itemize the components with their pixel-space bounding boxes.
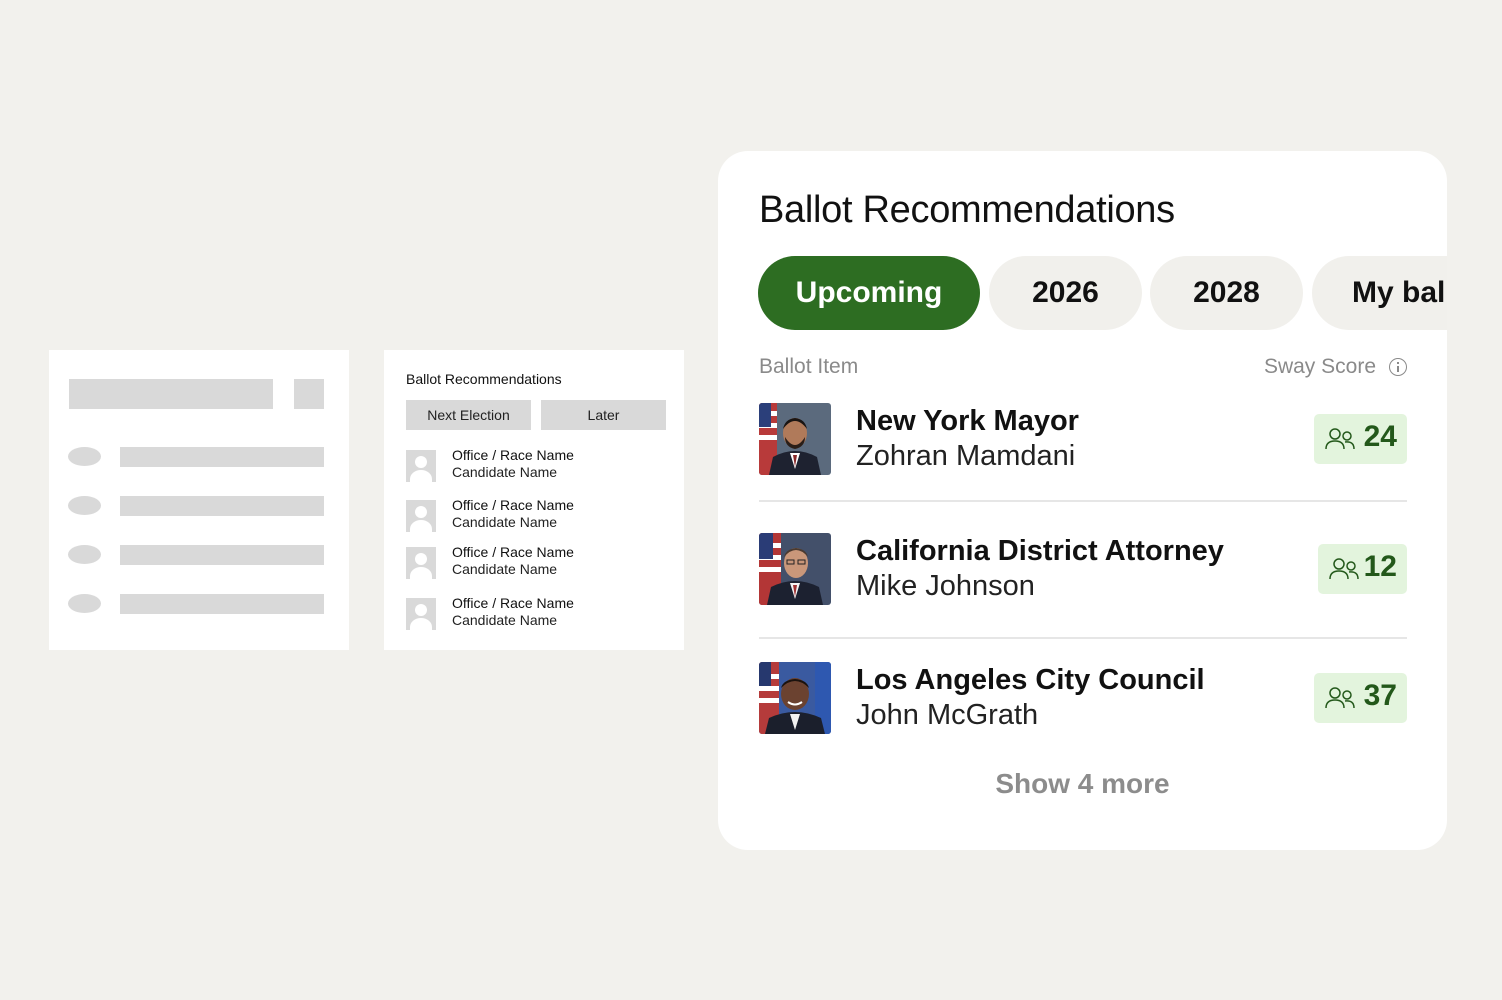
avatar-placeholder-icon	[406, 450, 436, 482]
candidate-name: John McGrath	[856, 699, 1039, 731]
tab-upcoming[interactable]: Upcoming	[758, 256, 980, 330]
sway-score-badge: 24	[1314, 414, 1407, 464]
office-name: California District Attorney	[856, 535, 1224, 567]
skeleton-avatar	[68, 594, 101, 613]
avatar-placeholder-icon	[406, 500, 436, 532]
wireframe-list-item[interactable]: Office / Race Name Candidate Name	[406, 497, 666, 536]
sway-score-value: 37	[1363, 679, 1397, 712]
skeleton-line	[120, 545, 324, 565]
ballot-item-row[interactable]: Los Angeles City Council John McGrath 37	[759, 662, 1407, 736]
row-divider	[759, 637, 1407, 639]
avatar-placeholder-icon	[406, 598, 436, 630]
tab-2026[interactable]: 2026	[989, 256, 1142, 330]
people-icon	[1325, 687, 1355, 709]
sway-score-value: 12	[1363, 550, 1397, 583]
people-icon	[1329, 558, 1359, 580]
candidate-photo	[759, 533, 831, 605]
ballot-item-row[interactable]: California District Attorney Mike Johnso…	[759, 533, 1407, 607]
wireframe-list-item[interactable]: Office / Race Name Candidate Name	[406, 544, 666, 583]
wireframe-candidate: Candidate Name	[452, 561, 558, 577]
wireframe-candidate: Candidate Name	[452, 612, 558, 628]
skeleton-line	[120, 447, 324, 467]
row-divider	[759, 500, 1407, 502]
skeleton-line	[120, 496, 324, 516]
wireframe-tab-later[interactable]: Later	[541, 400, 666, 430]
wireframe-candidate: Candidate Name	[452, 464, 558, 480]
skeleton-action-box	[294, 379, 324, 409]
skeleton-avatar	[68, 545, 101, 564]
ballot-item-row[interactable]: New York Mayor Zohran Mamdani 24	[759, 403, 1407, 477]
tab-2028[interactable]: 2028	[1150, 256, 1303, 330]
tab-my-ballot[interactable]: My ball	[1312, 256, 1447, 330]
people-icon	[1325, 428, 1355, 450]
wireframe-list-card	[49, 350, 349, 650]
wireframe-list-item[interactable]: Office / Race Name Candidate Name	[406, 447, 666, 486]
column-header-sway-score: Sway Score	[1263, 355, 1376, 378]
column-header-ballot-item: Ballot Item	[759, 355, 859, 378]
wireframe-ballot-card: Ballot Recommendations Next Election Lat…	[384, 350, 684, 650]
wireframe-office: Office / Race Name	[452, 497, 574, 513]
skeleton-line	[120, 594, 324, 614]
wireframe-office: Office / Race Name	[452, 595, 574, 611]
skeleton-avatar	[68, 447, 101, 466]
sway-score-badge: 37	[1314, 673, 1407, 723]
candidate-name: Mike Johnson	[856, 570, 1035, 602]
wireframe-tab-next-election[interactable]: Next Election	[406, 400, 531, 430]
show-more-button[interactable]: Show 4 more	[718, 768, 1447, 800]
sway-score-value: 24	[1363, 420, 1397, 453]
candidate-photo	[759, 403, 831, 475]
skeleton-title-bar	[69, 379, 273, 409]
wireframe-list-item[interactable]: Office / Race Name Candidate Name	[406, 595, 666, 634]
candidate-photo	[759, 662, 831, 734]
info-icon[interactable]	[1389, 358, 1407, 376]
office-name: New York Mayor	[856, 405, 1079, 437]
wireframe-title: Ballot Recommendations	[406, 371, 562, 387]
wireframe-office: Office / Race Name	[452, 544, 574, 560]
wireframe-office: Office / Race Name	[452, 447, 574, 463]
card-title: Ballot Recommendations	[759, 189, 1175, 231]
candidate-name: Zohran Mamdani	[856, 440, 1076, 472]
office-name: Los Angeles City Council	[856, 664, 1205, 696]
skeleton-avatar	[68, 496, 101, 515]
avatar-placeholder-icon	[406, 547, 436, 579]
ballot-recommendations-card: Ballot Recommendations Upcoming 2026 202…	[718, 151, 1447, 850]
tab-my-ballot-label: My ball	[1352, 276, 1447, 309]
sway-score-badge: 12	[1318, 544, 1407, 594]
wireframe-candidate: Candidate Name	[452, 514, 558, 530]
